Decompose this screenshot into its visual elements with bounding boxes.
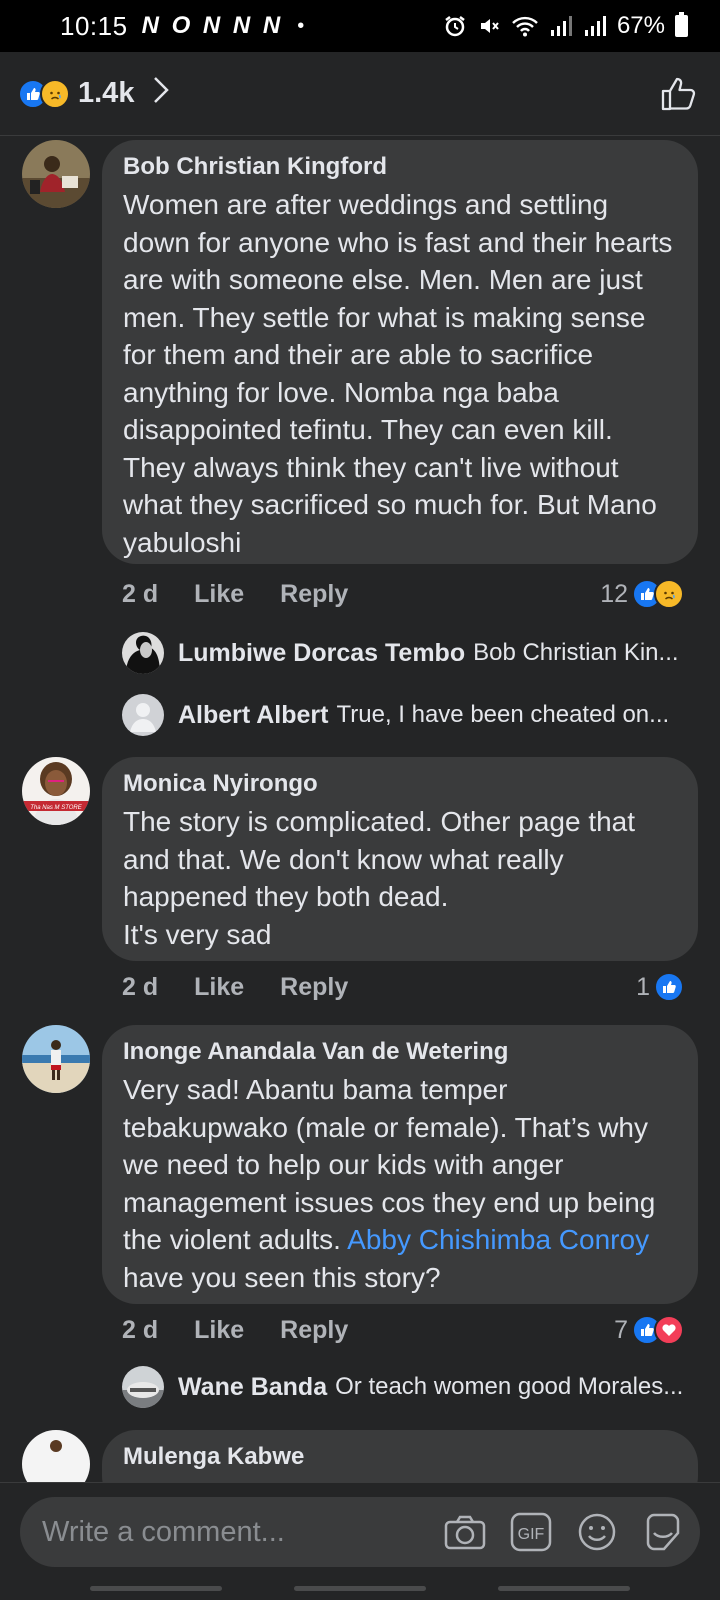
comment-text: The story is complicated. Other page tha…	[123, 803, 678, 953]
sticker-icon[interactable]	[640, 1509, 686, 1555]
comment-placeholder[interactable]: Write a comment...	[42, 1516, 422, 1549]
comment-author[interactable]: Inonge Anandala Van de Wetering	[123, 1037, 678, 1067]
status-dot: •	[297, 14, 305, 37]
status-right: 67%	[443, 12, 688, 40]
comment-line: It's very sad	[123, 918, 272, 950]
reply-author[interactable]: Wane Banda	[178, 1373, 327, 1402]
comment-bubble[interactable]: Bob Christian Kingford Women are after w…	[102, 140, 698, 564]
comment-author[interactable]: Bob Christian Kingford	[123, 152, 678, 182]
alarm-icon	[445, 16, 465, 37]
notification-icons: N O N N N	[141, 12, 284, 39]
reply-preview[interactable]: Lumbiwe Dorcas Tembo Bob Christian Kin..…	[122, 631, 684, 675]
reply-avatar[interactable]	[122, 1366, 164, 1408]
reply-author[interactable]: Lumbiwe Dorcas Tembo	[178, 639, 465, 668]
comment-reaction-count: 12	[600, 579, 628, 608]
comment-text: Women are after weddings and settling do…	[123, 189, 673, 558]
comment-reactions[interactable]: 12	[600, 579, 684, 609]
sad-reaction-icon	[654, 579, 684, 609]
like-button[interactable]: Like	[194, 973, 244, 1002]
comment-bubble[interactable]: Monica Nyirongo The story is complicated…	[102, 757, 698, 961]
status-bar: 10:15 N O N N N • 67%	[0, 0, 720, 52]
mute-icon	[480, 19, 499, 33]
reaction-count: 1.4k	[78, 77, 135, 109]
camera-icon[interactable]	[442, 1509, 488, 1555]
comment-time: 2 d	[122, 972, 159, 1001]
comment-actions: 2 d Like Reply 7	[122, 1313, 684, 1347]
avatar-text: Tha Nas M STORE	[30, 805, 83, 811]
avatar[interactable]	[22, 1430, 90, 1482]
reply-button[interactable]: Reply	[280, 580, 348, 609]
avatar[interactable]	[22, 1025, 90, 1093]
comment-reaction-count: 7	[614, 1315, 628, 1344]
love-reaction-icon	[654, 1315, 684, 1345]
like-button[interactable]: Like	[194, 580, 244, 609]
reply-text: Or teach women good Morales...	[335, 1373, 684, 1400]
comment-author[interactable]: Mulenga Kabwe	[123, 1442, 678, 1472]
comments-list[interactable]: Bob Christian Kingford Women are after w…	[0, 137, 720, 1482]
battery-percent: 67%	[616, 12, 665, 39]
reply-button[interactable]: Reply	[280, 1316, 348, 1345]
comment-bubble[interactable]: Mulenga Kabwe	[102, 1430, 698, 1482]
signal-icon	[550, 16, 572, 36]
thumbs-up-icon	[661, 77, 696, 110]
system-nav-bar	[0, 1584, 720, 1600]
like-button[interactable]: Like	[194, 1316, 244, 1345]
emoji-icon[interactable]	[574, 1509, 620, 1555]
chevron-right-icon[interactable]	[152, 76, 170, 112]
status-time: 10:15	[60, 10, 128, 41]
comment-reactions[interactable]: 7	[614, 1315, 684, 1345]
reply-text: True, I have been cheated on...	[336, 701, 670, 728]
nav-indicator	[90, 1586, 222, 1591]
comment-line: The story is complicated. Other page tha…	[123, 806, 636, 912]
reply-text: Bob Christian Kin...	[473, 639, 679, 666]
sad-reaction-icon	[40, 78, 70, 109]
reply-preview[interactable]: Wane Banda Or teach women good Morales..…	[122, 1365, 684, 1409]
comment-author[interactable]: Monica Nyirongo	[123, 769, 678, 799]
comment-reaction-count: 1	[636, 972, 650, 1001]
comment-reactions[interactable]: 1	[636, 972, 684, 1002]
reply-author[interactable]: Albert Albert	[178, 701, 328, 730]
avatar[interactable]	[22, 140, 90, 208]
signal-icon-2	[584, 16, 606, 36]
comment-actions: 2 d Like Reply 12	[122, 577, 684, 611]
wifi-icon	[512, 16, 538, 37]
nav-indicator	[294, 1586, 426, 1591]
reply-avatar[interactable]	[122, 694, 164, 736]
comment-bubble[interactable]: Inonge Anandala Van de Wetering Very sad…	[102, 1025, 698, 1304]
reply-avatar[interactable]	[122, 632, 164, 674]
reply-preview[interactable]: Albert Albert True, I have been cheated …	[122, 693, 684, 737]
comment-text-part: have you seen this story?	[123, 1261, 441, 1293]
like-post-button[interactable]	[656, 71, 702, 117]
avatar[interactable]: Tha Nas M STORE	[22, 757, 90, 825]
reactions-header[interactable]: 1.4k	[0, 52, 720, 136]
comment-composer: Write a comment... GIF	[0, 1482, 720, 1600]
comment-time: 2 d	[122, 1315, 159, 1344]
nav-indicator	[498, 1586, 630, 1591]
battery-icon	[675, 12, 688, 37]
mention-link[interactable]: Abby Chishimba Conroy	[347, 1224, 649, 1255]
gif-icon[interactable]: GIF	[508, 1509, 554, 1555]
reply-button[interactable]: Reply	[280, 973, 348, 1002]
comment-text: Very sad! Abantu bama temper tebakupwako…	[123, 1071, 678, 1296]
comment-actions: 2 d Like Reply 1	[122, 970, 684, 1004]
like-reaction-icon	[654, 972, 684, 1002]
comment-input[interactable]: Write a comment... GIF	[20, 1497, 700, 1567]
comment-time: 2 d	[122, 579, 159, 608]
gif-label: GIF	[518, 1526, 545, 1543]
